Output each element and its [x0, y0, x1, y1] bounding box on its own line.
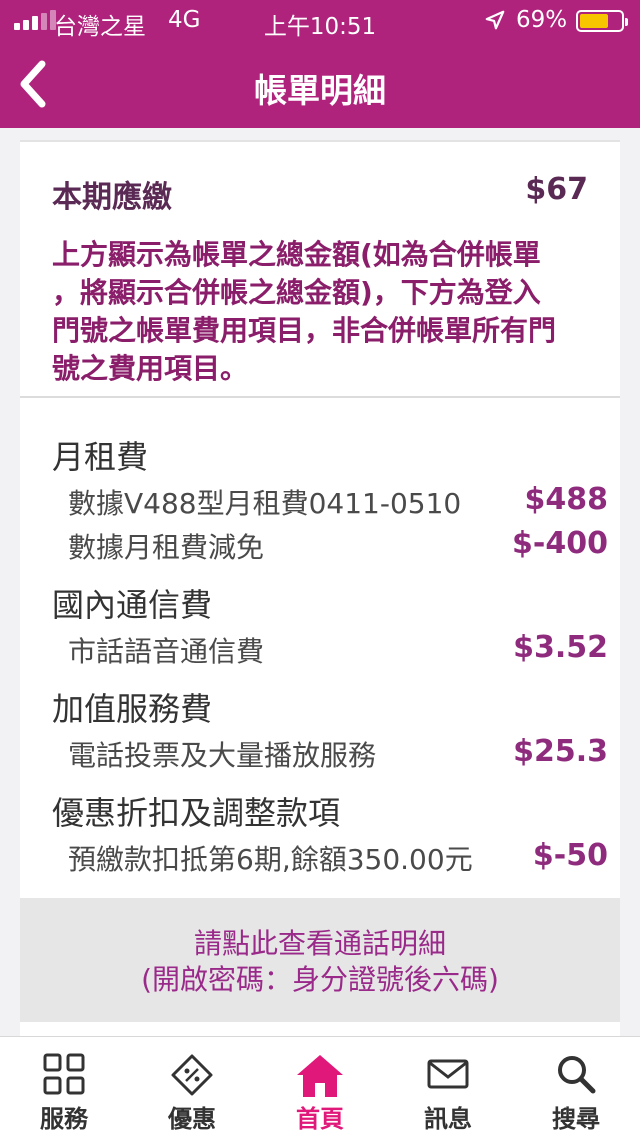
- tab-label: 訊息: [424, 1105, 472, 1133]
- line-item-amount: $25.3: [513, 734, 608, 769]
- discount-tag-icon: [171, 1054, 213, 1096]
- line-item-name: 市話語音通信費: [68, 635, 265, 668]
- section-title-value-added-fee: 加值服務費: [52, 690, 213, 728]
- amount-due-label: 本期應繳: [52, 180, 172, 215]
- tab-label: 首頁: [296, 1105, 344, 1133]
- line-item-name: 數據V488型月租費0411-0510: [68, 487, 462, 520]
- amount-due-section: 本期應繳 $67 上方顯示為帳單之總金額(如為合併帳單 ，將顯示合併帳之總金額)…: [20, 140, 620, 398]
- search-icon: [558, 1056, 596, 1094]
- envelope-icon: [427, 1059, 469, 1089]
- tab-home[interactable]: 首頁: [256, 1037, 384, 1136]
- location-arrow-icon: [485, 10, 505, 30]
- tab-label: 搜尋: [552, 1105, 600, 1133]
- section-title-discounts: 優惠折扣及調整款項: [52, 794, 341, 832]
- line-item-name: 數據月租費減免: [68, 531, 265, 564]
- page-title: 帳單明細: [254, 71, 386, 110]
- status-bar: 台灣之星 4G 上午10:51 69%: [0, 0, 640, 42]
- line-item-amount: $-50: [532, 838, 608, 873]
- line-item-amount: $488: [524, 482, 609, 517]
- tab-messages[interactable]: 訊息: [384, 1037, 512, 1136]
- tab-bar: 服務 優惠 首頁 訊息 搜尋: [0, 1036, 640, 1136]
- view-call-details-button[interactable]: 請點此查看通話明細 (開啟密碼：身分證號後六碼): [20, 898, 620, 1022]
- amount-due-note: 上方顯示為帳單之總金額(如為合併帳單 ，將顯示合併帳之總金額)，下方為登入 門號…: [52, 238, 557, 385]
- tab-search[interactable]: 搜尋: [512, 1037, 640, 1136]
- line-item-amount: $3.52: [513, 630, 608, 665]
- battery-percent: 69%: [516, 7, 568, 33]
- battery-icon: [576, 10, 628, 32]
- call-details-password-hint: (開啟密碼：身分證號後六碼): [141, 963, 499, 996]
- tab-label: 服務: [40, 1105, 88, 1133]
- grid-icon: [43, 1053, 85, 1095]
- tab-services[interactable]: 服務: [0, 1037, 128, 1136]
- bill-card: 本期應繳 $67 上方顯示為帳單之總金額(如為合併帳單 ，將顯示合併帳之總金額)…: [20, 140, 620, 1040]
- tab-offers[interactable]: 優惠: [128, 1037, 256, 1136]
- line-item-name: 預繳款扣抵第6期,餘額350.00元: [68, 843, 473, 876]
- section-title-domestic-fee: 國內通信費: [52, 586, 213, 624]
- line-item-name: 電話投票及大量播放服務: [68, 739, 377, 772]
- call-details-label: 請點此查看通話明細: [193, 927, 446, 960]
- nav-bar: 帳單明細: [0, 42, 640, 128]
- section-title-monthly-fee: 月租費: [52, 438, 149, 476]
- tab-label: 優惠: [168, 1105, 216, 1133]
- amount-due-value: $67: [525, 172, 588, 207]
- home-icon: [297, 1055, 343, 1097]
- line-item-amount: $-400: [512, 526, 608, 561]
